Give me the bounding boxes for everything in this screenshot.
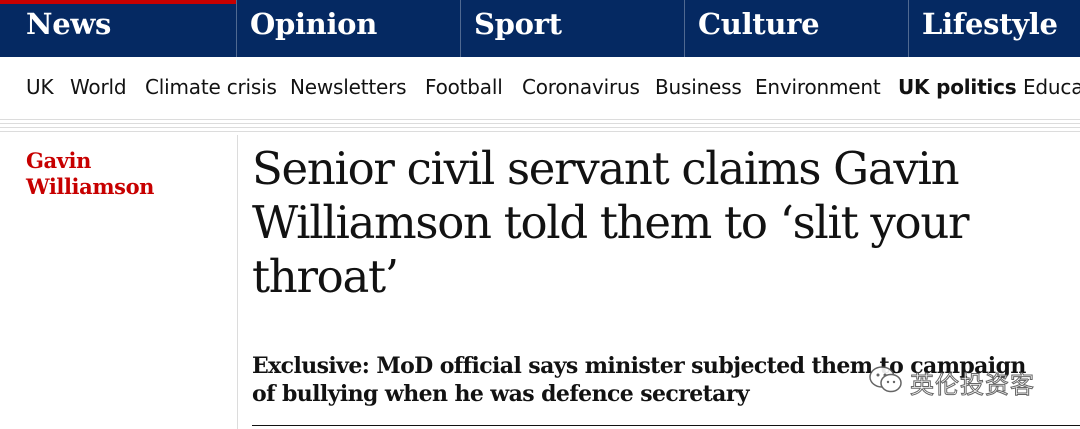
subnav-item-world[interactable]: World [70, 75, 127, 99]
watermark-text: 英伦投资客 [910, 371, 1035, 400]
subnav-item-education[interactable]: Educa [1023, 75, 1080, 99]
pillar-sport[interactable]: Sport [461, 0, 685, 57]
subnav-item-climate-crisis[interactable]: Climate crisis [145, 75, 277, 99]
watermark: 英伦投资客 [868, 365, 1035, 400]
pillar-nav: News Opinion Sport Culture Lifestyle [0, 0, 1080, 57]
wechat-icon [868, 365, 904, 400]
pillar-culture[interactable]: Culture [685, 0, 909, 57]
pillar-news[interactable]: News [0, 0, 237, 57]
content-divider [252, 425, 1080, 426]
section-divider [0, 119, 1080, 135]
section-subnav: UK World Climate crisis Newsletters Foot… [0, 57, 1080, 119]
subnav-item-football[interactable]: Football [425, 75, 503, 99]
subnav-item-environment[interactable]: Environment [755, 75, 881, 99]
subnav-item-business[interactable]: Business [655, 75, 742, 99]
pillar-lifestyle[interactable]: Lifestyle [909, 0, 1080, 57]
series-kicker-link[interactable]: Gavin Williamson [26, 148, 216, 200]
article-headline: Senior civil servant claims Gavin Willia… [252, 142, 970, 303]
subnav-item-coronavirus[interactable]: Coronavirus [522, 75, 640, 99]
subnav-item-newsletters[interactable]: Newsletters [290, 75, 407, 99]
subnav-item-uk[interactable]: UK [26, 75, 54, 99]
subnav-item-uk-politics[interactable]: UK politics [898, 75, 1017, 99]
pillar-opinion[interactable]: Opinion [237, 0, 461, 57]
meta-column: Gavin Williamson [0, 135, 238, 429]
